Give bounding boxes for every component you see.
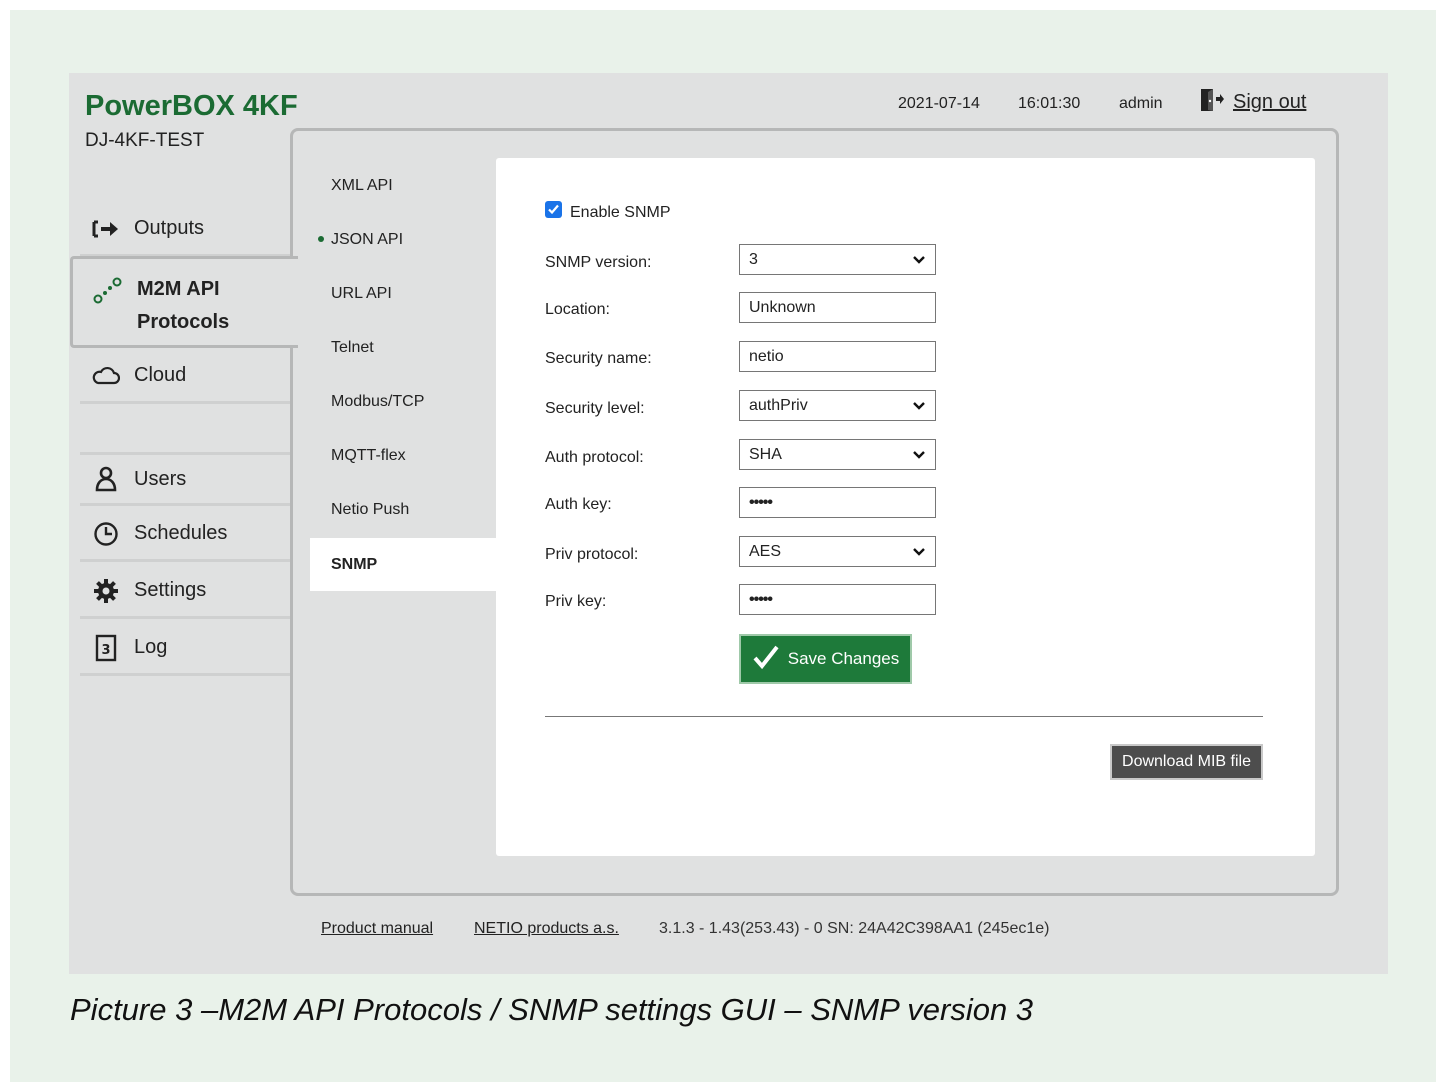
security-name-label: Security name:	[545, 350, 652, 367]
brand-title: PowerBOX 4KF	[85, 90, 298, 122]
sidebar-item-label: Users	[134, 467, 187, 490]
cloud-icon	[92, 366, 120, 386]
security-level-select[interactable]: authPriv	[739, 390, 936, 421]
sidebar-item-label-line1: M2M API	[137, 278, 220, 300]
download-mib-button[interactable]: Download MIB file	[1110, 744, 1263, 780]
security-level-label: Security level:	[545, 400, 645, 417]
subnav-modbus-tcp[interactable]: Modbus/TCP	[331, 393, 424, 411]
product-manual-link[interactable]: Product manual	[321, 920, 433, 938]
sidebar-item-label: Settings	[134, 579, 207, 601]
checkmark-icon	[752, 644, 780, 675]
priv-protocol-label: Priv protocol:	[545, 546, 639, 563]
security-name-input[interactable]: netio	[739, 341, 936, 372]
active-protocol-bullet	[318, 236, 324, 242]
section-divider	[545, 716, 1263, 717]
sidebar-item-label: Cloud	[134, 364, 187, 386]
sidebar-item-log[interactable]: 3 Log	[80, 622, 290, 676]
auth-protocol-label: Auth protocol:	[545, 449, 644, 466]
priv-key-label: Priv key:	[545, 593, 607, 610]
auth-key-value: •••••	[749, 493, 773, 511]
enable-snmp-label: Enable SNMP	[570, 204, 671, 221]
auth-key-label: Auth key:	[545, 496, 612, 513]
sign-out-link[interactable]: Sign out	[1233, 91, 1306, 114]
priv-key-input[interactable]: •••••	[739, 584, 936, 615]
subnav-url-api[interactable]: URL API	[331, 285, 392, 303]
snmp-version-label: SNMP version:	[545, 254, 652, 271]
sidebar-item-label: Schedules	[134, 522, 228, 544]
auth-protocol-value: SHA	[749, 445, 782, 463]
device-name: DJ-4KF-TEST	[85, 130, 205, 151]
security-name-value: netio	[749, 347, 784, 365]
sidebar-item-schedules[interactable]: Schedules	[80, 508, 290, 562]
log-icon: 3	[92, 634, 120, 662]
figure-caption: Picture 3 –M2M API Protocols / SNMP sett…	[70, 992, 1034, 1027]
save-changes-label: Save Changes	[787, 649, 900, 668]
auth-key-input[interactable]: •••••	[739, 487, 936, 518]
snmp-version-select[interactable]: 3	[739, 244, 936, 275]
m2m-nodes-icon	[93, 277, 123, 310]
subnav-telnet[interactable]: Telnet	[331, 339, 374, 357]
subnav-snmp[interactable]: SNMP	[310, 538, 498, 591]
save-changes-button[interactable]: Save Changes	[739, 634, 912, 684]
priv-protocol-select[interactable]: AES	[739, 536, 936, 567]
security-level-value: authPriv	[749, 396, 808, 414]
auth-protocol-select[interactable]: SHA	[739, 439, 936, 470]
date-display: 2021-07-14	[898, 95, 980, 112]
sidebar-item-label: Outputs	[134, 217, 205, 239]
sign-out-button[interactable]: Sign out	[1199, 88, 1306, 117]
check-icon	[548, 204, 559, 215]
user-icon	[92, 466, 120, 492]
priv-key-value: •••••	[749, 590, 773, 608]
sidebar-item-m2m-api-protocols[interactable]: M2M API Protocols	[70, 256, 298, 348]
chevron-down-icon	[912, 255, 926, 265]
enable-snmp-checkbox[interactable]	[545, 201, 562, 218]
chevron-down-icon	[912, 450, 926, 460]
sidebar-item-label: Log	[134, 636, 168, 658]
sidebar-item-cloud[interactable]: Cloud	[80, 350, 290, 404]
location-input[interactable]: Unknown	[739, 292, 936, 323]
chevron-down-icon	[912, 401, 926, 411]
svg-text:3: 3	[101, 643, 110, 658]
location-value: Unknown	[749, 298, 816, 316]
priv-protocol-value: AES	[749, 542, 782, 560]
sidebar-item-outputs[interactable]: Outputs	[80, 203, 290, 257]
clock-icon	[92, 521, 120, 547]
netio-products-link[interactable]: NETIO products a.s.	[474, 920, 619, 938]
time-display: 16:01:30	[1018, 95, 1081, 112]
subnav-xml-api[interactable]: XML API	[331, 177, 393, 195]
subnav-netio-push[interactable]: Netio Push	[331, 501, 409, 519]
arrow-right-bar-icon	[92, 219, 120, 239]
subnav-json-api[interactable]: JSON API	[331, 231, 403, 249]
sign-out-icon	[1199, 88, 1225, 117]
username-display: admin	[1119, 95, 1163, 112]
snmp-version-value: 3	[749, 250, 758, 268]
location-label: Location:	[545, 301, 610, 318]
gear-icon	[92, 578, 120, 604]
sidebar-item-label-line2: Protocols	[137, 311, 230, 333]
sidebar-item-users[interactable]: Users	[80, 452, 290, 506]
chevron-down-icon	[912, 547, 926, 557]
sidebar-item-settings[interactable]: Settings	[80, 565, 290, 619]
firmware-version: 3.1.3 - 1.43(253.43) - 0 SN: 24A42C398AA…	[659, 920, 1050, 937]
subnav-mqtt-flex[interactable]: MQTT-flex	[331, 447, 406, 465]
